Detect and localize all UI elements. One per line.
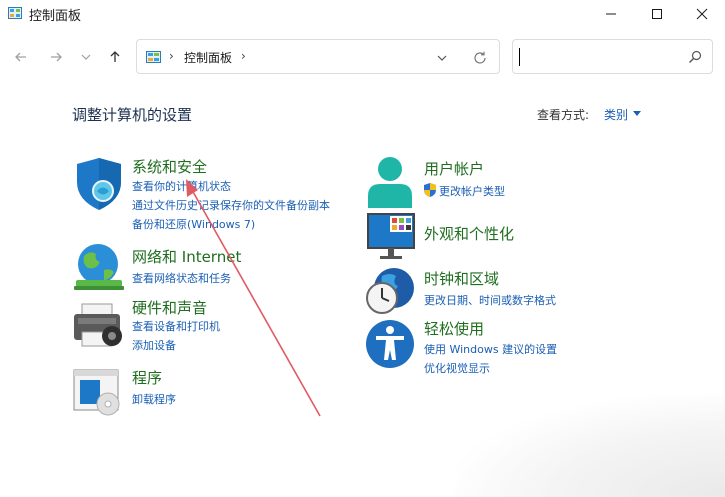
view-by-dropdown[interactable]: 类别 <box>604 106 628 123</box>
clock-region-icon[interactable] <box>364 266 418 318</box>
breadcrumb-control-panel[interactable]: 控制面板 <box>184 49 232 66</box>
control-panel-icon <box>146 51 161 63</box>
link-add-device[interactable]: 添加设备 <box>132 337 176 353</box>
link-backup-restore[interactable]: 备份和还原(Windows 7) <box>132 216 255 232</box>
link-windows-recommended-settings[interactable]: 使用 Windows 建议的设置 <box>424 341 557 357</box>
maximize-button[interactable] <box>634 0 680 28</box>
search-icon[interactable] <box>688 50 702 64</box>
security-shield-icon[interactable] <box>72 158 126 210</box>
arrow-up-icon <box>110 51 120 62</box>
window-title: 控制面板 <box>29 9 82 24</box>
up-button[interactable] <box>102 44 128 70</box>
category-title-appearance[interactable]: 外观和个性化 <box>424 223 514 244</box>
category-title-clock[interactable]: 时钟和区域 <box>424 268 499 289</box>
back-button[interactable] <box>8 44 34 70</box>
link-network-status[interactable]: 查看网络状态和任务 <box>132 270 231 286</box>
user-accounts-icon[interactable] <box>364 156 418 208</box>
refresh-icon[interactable] <box>472 50 488 66</box>
control-panel-app-icon <box>8 7 22 19</box>
category-title-security[interactable]: 系统和安全 <box>132 156 207 177</box>
ease-of-access-icon[interactable] <box>364 318 418 370</box>
close-icon <box>696 8 708 20</box>
maximize-icon <box>652 9 662 19</box>
page-title: 调整计算机的设置 <box>72 106 193 124</box>
breadcrumb-separator-icon[interactable]: › <box>241 49 246 63</box>
uac-shield-icon <box>424 183 436 197</box>
link-devices-printers[interactable]: 查看设备和打印机 <box>132 318 220 334</box>
link-uninstall-program[interactable]: 卸载程序 <box>132 391 176 407</box>
link-file-history-backup[interactable]: 通过文件历史记录保存你的文件备份副本 <box>132 197 330 213</box>
forward-button[interactable] <box>43 44 69 70</box>
network-globe-icon[interactable] <box>72 242 126 294</box>
category-title-programs[interactable]: 程序 <box>132 367 162 388</box>
link-optimize-visual-display[interactable]: 优化视觉显示 <box>424 360 490 376</box>
chevron-down-icon <box>81 54 91 60</box>
link-date-time-format[interactable]: 更改日期、时间或数字格式 <box>424 292 556 308</box>
category-title-accounts[interactable]: 用户帐户 <box>424 158 484 179</box>
title-bar: 控制面板 <box>0 0 725 28</box>
link-change-account-type[interactable]: 更改帐户类型 <box>439 183 505 199</box>
category-title-ease[interactable]: 轻松使用 <box>424 318 484 339</box>
hardware-printer-icon[interactable] <box>72 302 126 354</box>
minimize-icon <box>606 13 616 15</box>
minimize-button[interactable] <box>588 0 634 28</box>
link-view-computer-status[interactable]: 查看你的计算机状态 <box>132 178 231 194</box>
programs-icon[interactable] <box>72 368 126 420</box>
arrow-right-icon <box>51 52 62 62</box>
search-input[interactable] <box>512 39 713 74</box>
address-bar[interactable]: › 控制面板 › <box>136 39 500 74</box>
category-title-hardware[interactable]: 硬件和声音 <box>132 297 207 318</box>
chevron-down-icon[interactable] <box>435 51 449 65</box>
background-shadow <box>455 395 725 497</box>
view-by-label: 查看方式: <box>537 108 590 122</box>
category-title-network[interactable]: 网络和 Internet <box>132 246 241 267</box>
text-caret <box>519 48 520 66</box>
recent-locations-button[interactable] <box>73 44 99 70</box>
arrow-left-icon <box>15 52 26 62</box>
breadcrumb-separator-icon[interactable]: › <box>169 49 174 63</box>
caret-down-icon[interactable] <box>633 111 641 116</box>
appearance-monitor-icon[interactable] <box>366 212 420 264</box>
close-button[interactable] <box>679 0 725 28</box>
